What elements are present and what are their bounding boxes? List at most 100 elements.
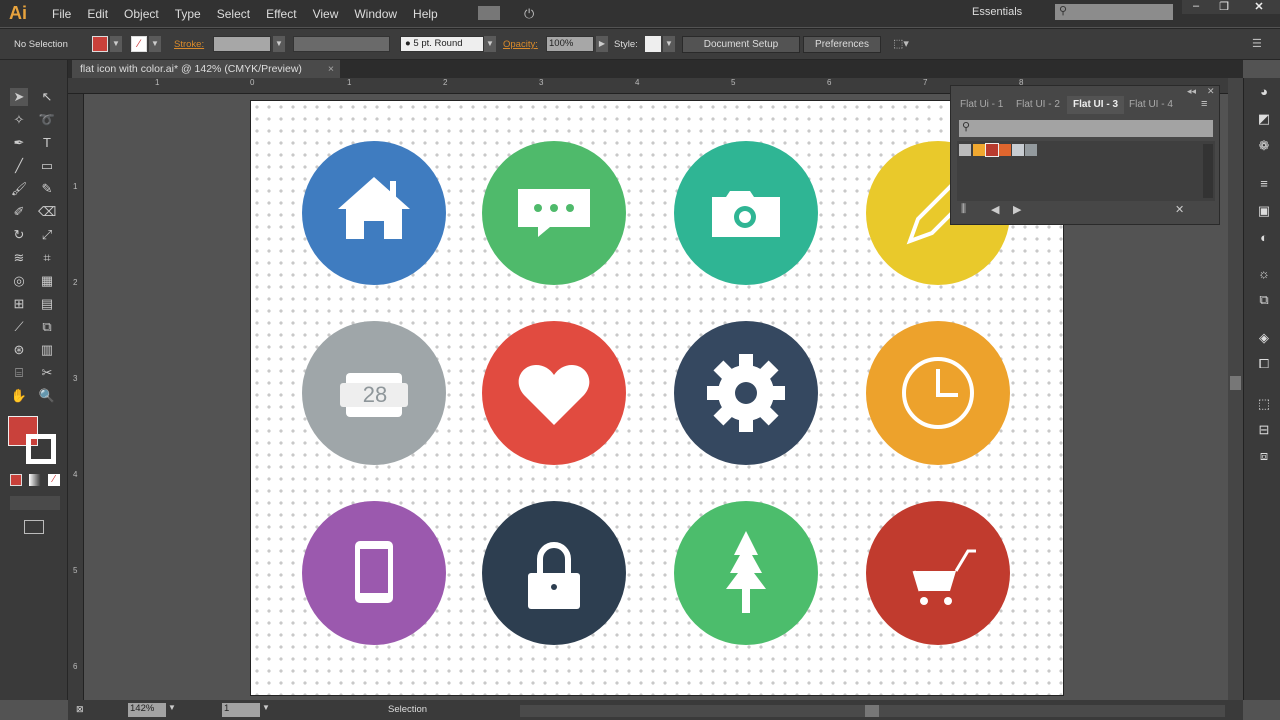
vertical-scroll-thumb[interactable]	[1230, 376, 1241, 390]
stroke-dropdown[interactable]: ▼	[149, 36, 161, 52]
width-tool-icon[interactable]: ≋	[10, 249, 28, 267]
color-swatch[interactable]	[1025, 144, 1037, 156]
opacity-field[interactable]: 100%	[546, 36, 594, 52]
vertical-scrollbar[interactable]	[1228, 78, 1243, 700]
swatch-scrollbar[interactable]	[1203, 144, 1213, 198]
artboard-tool-icon[interactable]: ⌸	[10, 364, 28, 382]
tab-flat-ui-1[interactable]: Flat Ui - 1	[954, 96, 1009, 114]
screen-mode-icon[interactable]	[24, 520, 44, 534]
restore-button[interactable]: ❐	[1210, 0, 1238, 14]
swatch-search-input[interactable]: ⚲	[959, 120, 1213, 137]
heart-icon-circle[interactable]	[482, 321, 626, 465]
mesh-tool-icon[interactable]: ⊞	[10, 295, 28, 313]
document-tab[interactable]: flat icon with color.ai* @ 142% (CMYK/Pr…	[72, 60, 340, 78]
tab-flat-ui-3[interactable]: Flat UI - 3	[1067, 96, 1125, 114]
home-icon-circle[interactable]	[302, 141, 446, 285]
free-transform-icon[interactable]: ⌗	[38, 249, 56, 267]
transform-icon[interactable]: ⬚	[1256, 396, 1272, 412]
minimize-button[interactable]: –	[1182, 0, 1210, 14]
symbols-icon[interactable]: ❁	[1256, 138, 1272, 154]
menu-type[interactable]: Type	[167, 7, 209, 21]
calendar-icon-circle[interactable]: 28	[302, 321, 446, 465]
fill-dropdown[interactable]: ▼	[110, 36, 122, 52]
chat-icon-circle[interactable]	[482, 141, 626, 285]
camera-icon-circle[interactable]	[674, 141, 818, 285]
close-panel-icon[interactable]: ✕	[1207, 86, 1215, 97]
direct-selection-tool-icon[interactable]: ↖	[38, 88, 56, 106]
stroke-panel-icon[interactable]: ≡	[1256, 176, 1272, 192]
menu-file[interactable]: File	[44, 7, 79, 21]
rotate-tool-icon[interactable]: ↻	[10, 226, 28, 244]
color-mode-icon[interactable]	[10, 474, 22, 486]
menu-window[interactable]: Window	[346, 7, 405, 21]
transparency-icon[interactable]: ◐	[1256, 230, 1272, 246]
document-setup-button[interactable]: Document Setup	[682, 36, 800, 53]
menu-edit[interactable]: Edit	[79, 7, 116, 21]
layers-icon[interactable]: ◈	[1256, 330, 1272, 346]
pencil-tool-icon[interactable]: ✎	[38, 180, 56, 198]
perspective-grid-icon[interactable]: ▦	[38, 272, 56, 290]
brush-definition[interactable]: ● 5 pt. Round	[400, 36, 484, 52]
cloud-status-icon[interactable]: ⊠	[76, 704, 84, 715]
menu-select[interactable]: Select	[209, 7, 258, 21]
collapse-panel-icon[interactable]: ◂◂	[1187, 86, 1196, 97]
gradient-mode-icon[interactable]	[29, 474, 41, 486]
rectangle-tool-icon[interactable]: ▭	[38, 157, 56, 175]
select-similar-icon[interactable]: ⬚▾	[893, 37, 909, 50]
line-tool-icon[interactable]: ╱	[10, 157, 28, 175]
appearance-icon[interactable]: ☼	[1256, 266, 1272, 282]
type-tool-icon[interactable]: T	[38, 134, 56, 152]
horizontal-scrollbar[interactable]	[520, 705, 1225, 717]
zoom-dropdown[interactable]: ▼	[168, 703, 176, 712]
pathfinder-icon[interactable]: ⧈	[1256, 448, 1272, 464]
scale-tool-icon[interactable]: ⤢	[38, 226, 56, 244]
phone-icon-circle[interactable]	[302, 501, 446, 645]
horizontal-scroll-thumb[interactable]	[865, 705, 879, 717]
arrange-documents-icon[interactable]	[478, 6, 500, 20]
stroke-weight-dropdown[interactable]: ▼	[273, 36, 285, 52]
gradient-panel-icon[interactable]: ▣	[1256, 203, 1272, 219]
gradient-tool-icon[interactable]: ▤	[38, 295, 56, 313]
zoom-field[interactable]: 142%	[128, 703, 166, 717]
opacity-label[interactable]: Opacity:	[503, 39, 538, 50]
drawing-modes-icon[interactable]	[10, 496, 60, 510]
zoom-tool-icon[interactable]: 🔍	[38, 387, 56, 405]
menu-help[interactable]: Help	[405, 7, 446, 21]
none-mode-icon[interactable]: ⁄	[48, 474, 60, 486]
workspace-switcher[interactable]: Essentials	[972, 6, 1022, 18]
panel-menu-icon[interactable]: ☰	[1252, 37, 1262, 50]
graph-tool-icon[interactable]: ▥	[38, 341, 56, 359]
color-swatch[interactable]	[999, 144, 1011, 156]
panel-menu-icon[interactable]: ≡	[1201, 98, 1207, 110]
swatch-group-folder-icon[interactable]	[959, 144, 971, 156]
hand-tool-icon[interactable]: ✋	[10, 387, 28, 405]
artboard-field[interactable]: 1	[222, 703, 260, 717]
style-swatch[interactable]	[645, 36, 661, 52]
slice-tool-icon[interactable]: ✂	[38, 364, 56, 382]
eyedropper-icon[interactable]: ⟋	[10, 318, 28, 336]
close-tab-icon[interactable]: ×	[328, 60, 334, 78]
swatch-options-icon[interactable]: ✕	[1175, 203, 1184, 216]
next-library-icon[interactable]: ▶	[1013, 203, 1021, 216]
color-swatch[interactable]	[1012, 144, 1024, 156]
menu-view[interactable]: View	[305, 7, 347, 21]
menu-object[interactable]: Object	[116, 7, 167, 21]
tab-flat-ui-2[interactable]: Flat UI - 2	[1010, 96, 1066, 114]
stroke-weight-field[interactable]	[213, 36, 271, 52]
brush-dropdown[interactable]: ▼	[484, 36, 496, 52]
menu-effect[interactable]: Effect	[258, 7, 304, 21]
magic-wand-icon[interactable]: ✧	[10, 111, 28, 129]
blend-tool-icon[interactable]: ⧉	[38, 318, 56, 336]
search-input[interactable]: ⚲	[1055, 4, 1173, 20]
blob-brush-icon[interactable]: ✐	[10, 203, 28, 221]
lasso-icon[interactable]: ➰	[38, 111, 56, 129]
artboards-icon[interactable]: ⧠	[1256, 356, 1272, 372]
sync-icon[interactable]: ⏻	[524, 6, 534, 22]
opacity-arrow[interactable]: ▶	[596, 36, 608, 52]
color-swatch[interactable]	[985, 143, 999, 157]
align-icon[interactable]: ⊟	[1256, 422, 1272, 438]
pen-tool-icon[interactable]: ✒	[10, 134, 28, 152]
paintbrush-icon[interactable]: 🖌	[10, 180, 28, 198]
shape-builder-icon[interactable]: ◎	[10, 272, 28, 290]
current-tool-status[interactable]: Selection	[388, 704, 427, 715]
